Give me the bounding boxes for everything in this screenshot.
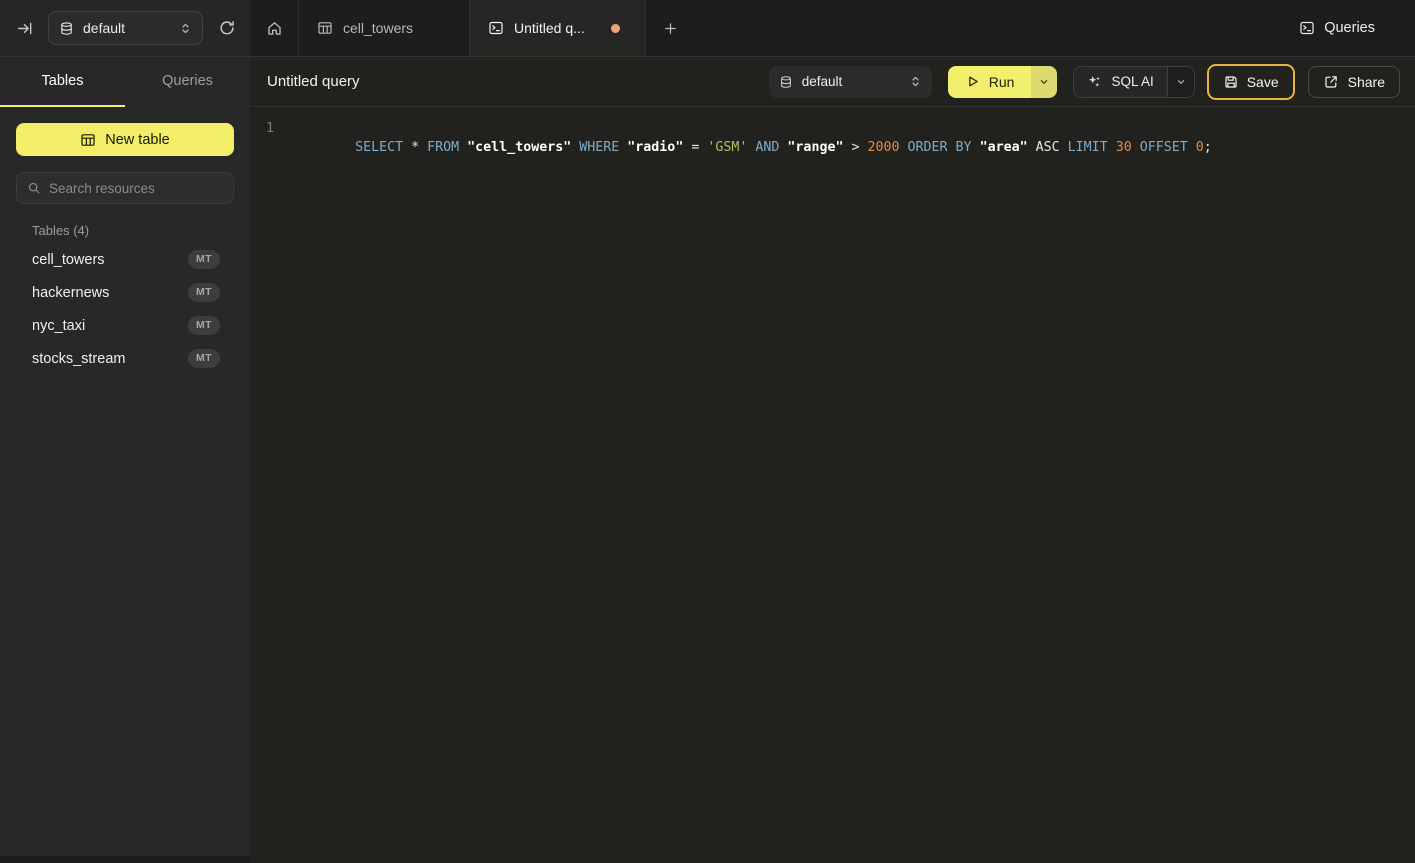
share-icon [1323,74,1339,90]
tab-label: cell_towers [343,20,413,36]
save-button[interactable]: Save [1207,64,1295,100]
sql-ai-button[interactable]: SQL AI [1074,67,1166,97]
save-icon [1223,74,1239,90]
top-bar: default cell_towers Untitled q... [0,0,1415,57]
query-title: Untitled query [267,73,360,90]
sql-token: ASC [1036,140,1068,155]
table-engine-badge: MT [188,283,220,302]
sql-token: "radio" [627,140,691,155]
sql-token: "cell_towers" [467,140,579,155]
table-row[interactable]: cell_towers MT [0,243,250,276]
query-database-selector-value: default [802,74,843,89]
sql-token: 30 [1116,140,1140,155]
search-input[interactable] [49,181,226,196]
table-engine-badge: MT [188,349,220,368]
chevron-down-icon [1175,76,1187,88]
line-number: 1 [266,119,274,138]
unsaved-indicator-dot [611,24,620,33]
sql-token: LIMIT [1068,140,1116,155]
tab-untitled-query[interactable]: Untitled q... [470,0,646,56]
table-row-name: nyc_taxi [32,318,85,334]
run-button[interactable]: Run [948,66,1032,98]
save-button-label: Save [1247,74,1279,90]
sidebar: Tables Queries New table Tables (4) cell… [0,57,250,863]
tab-label: Untitled q... [514,20,585,36]
top-bar-left: default [0,0,250,56]
database-selector[interactable]: default [48,11,203,45]
tab-strip: cell_towers Untitled q... Queries [250,0,1415,56]
sql-ai-button-group: SQL AI [1073,66,1194,98]
home-icon [266,20,283,37]
table-row[interactable]: hackernews MT [0,276,250,309]
updown-chevron-icon [909,75,922,88]
sidebar-footer [0,856,250,863]
table-row-name: hackernews [32,285,109,301]
queries-button[interactable]: Queries [1299,0,1415,56]
sql-token: ORDER BY [908,140,980,155]
sql-ai-options-button[interactable] [1167,67,1194,97]
sql-token: WHERE [579,140,627,155]
tab-cell-towers[interactable]: cell_towers [299,0,470,56]
updown-chevron-icon [179,22,192,35]
sql-ai-button-label: SQL AI [1111,74,1153,89]
queries-button-label: Queries [1324,20,1375,36]
tab-home[interactable] [250,0,299,56]
table-row-name: cell_towers [32,252,105,268]
collapse-sidebar-icon[interactable] [16,20,33,37]
sql-token: 0 [1196,140,1204,155]
table-icon [80,132,96,148]
chevron-down-icon [1038,76,1050,88]
sql-editor[interactable]: 1 SELECT * FROM "cell_towers" WHERE "rad… [250,107,1415,863]
run-button-group: Run [948,66,1058,98]
share-button[interactable]: Share [1308,66,1400,98]
tables-section-label: Tables (4) [32,223,234,238]
search-box [16,172,234,204]
sql-token: 'GSM' [707,140,755,155]
database-icon [59,21,74,36]
table-icon [317,20,333,36]
sql-token: AND [755,140,787,155]
query-database-selector[interactable]: default [769,66,932,98]
sql-token: FROM [427,140,467,155]
table-engine-badge: MT [188,250,220,269]
table-row[interactable]: nyc_taxi MT [0,309,250,342]
new-table-button-label: New table [105,132,169,148]
play-icon [965,74,980,89]
new-tab-button[interactable] [646,0,694,56]
sql-token: = [691,140,707,155]
sql-token: SELECT [355,140,411,155]
sidebar-tab-label: Tables [42,73,84,89]
sparkles-icon [1087,74,1102,89]
sidebar-tab-tables[interactable]: Tables [0,57,125,107]
table-row[interactable]: stocks_stream MT [0,342,250,375]
sidebar-tab-queries[interactable]: Queries [125,57,250,107]
query-header: Untitled query default [250,57,1415,107]
sql-token: 2000 [867,140,907,155]
sql-token: "range" [787,140,851,155]
database-icon [779,75,793,89]
new-table-button[interactable]: New table [16,123,234,156]
sidebar-tab-label: Queries [162,73,213,89]
sql-token: * [411,140,427,155]
main-panel: Untitled query default [250,57,1415,863]
sql-token: ; [1204,140,1212,155]
sidebar-tabs: Tables Queries [0,57,250,107]
run-options-button[interactable] [1031,66,1057,98]
table-row-name: stocks_stream [32,351,125,367]
database-selector-value: default [83,20,125,36]
refresh-icon[interactable] [218,19,236,37]
sql-token: > [851,140,867,155]
query-toolbar: default Run [769,64,1400,100]
plus-icon [663,21,678,36]
terminal-icon [1299,20,1315,36]
terminal-icon [488,20,504,36]
search-icon [27,181,41,195]
run-button-label: Run [989,74,1015,90]
table-engine-badge: MT [188,316,220,335]
sql-token: "area" [980,140,1036,155]
share-button-label: Share [1348,74,1385,90]
sql-code-line: SELECT * FROM "cell_towers" WHERE "radio… [291,119,1212,176]
sql-token: OFFSET [1140,140,1196,155]
